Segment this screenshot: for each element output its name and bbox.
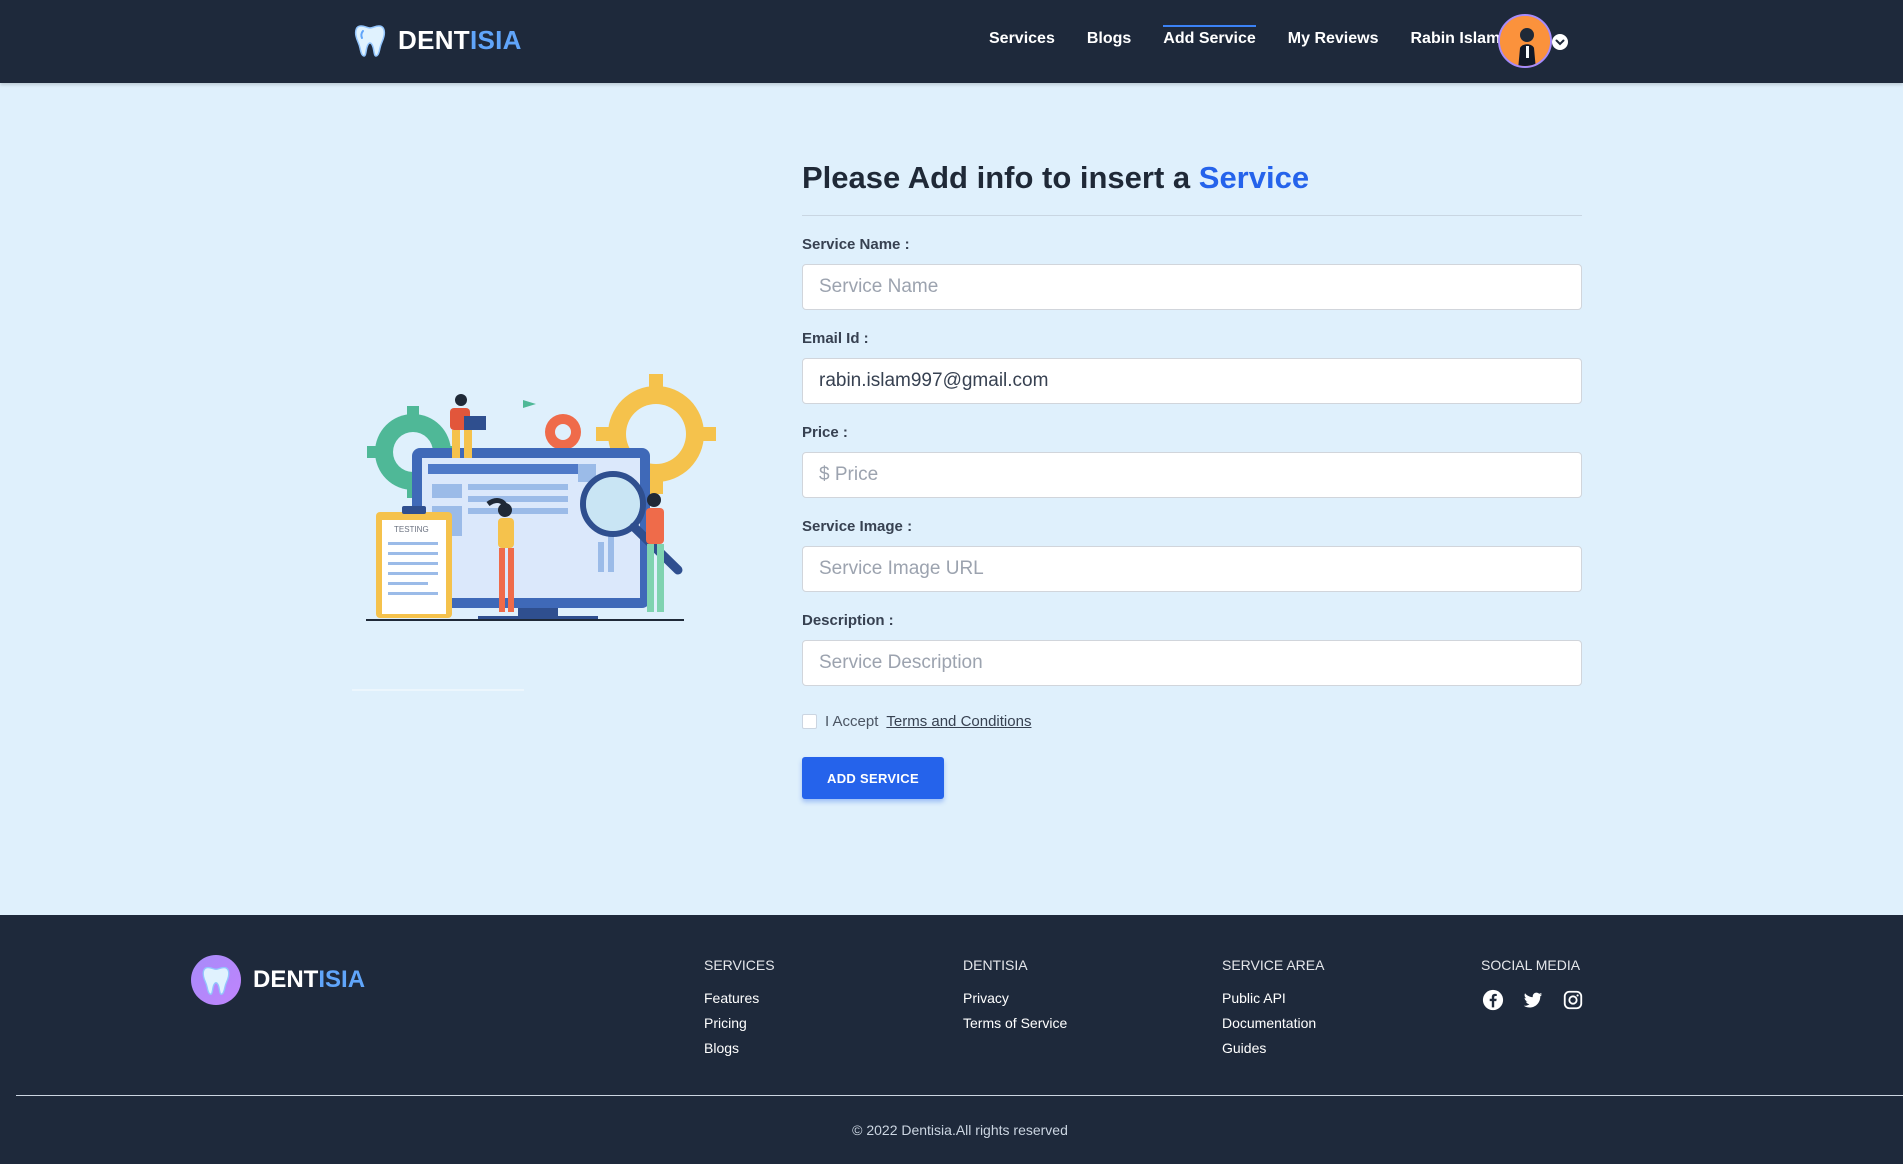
footer-divider (16, 1095, 1903, 1096)
chevron-down-icon[interactable] (1552, 34, 1568, 50)
copyright-text: © 2022 Dentisia.All rights reserved (852, 1122, 1068, 1138)
email-input[interactable] (802, 358, 1582, 405)
gear-red-icon (545, 414, 581, 450)
footer-col-service-area: SERVICE AREA Public API Documentation Gu… (1222, 957, 1324, 1065)
service-image-label: Service Image : (802, 518, 913, 536)
price-field: Price : (802, 424, 1582, 499)
top-navbar: DENTISIA Services Blogs Add Service My R… (0, 0, 1903, 83)
nav-my-reviews[interactable]: My Reviews (1288, 30, 1379, 48)
service-name-input[interactable] (802, 264, 1582, 311)
footer-link-documentation[interactable]: Documentation (1222, 1015, 1324, 1031)
user-avatar[interactable] (1498, 14, 1552, 68)
tooth-icon (354, 25, 386, 57)
description-label: Description : (802, 612, 894, 630)
description-input[interactable] (802, 640, 1582, 687)
nav-services[interactable]: Services (989, 30, 1055, 48)
add-service-button[interactable]: ADD SERVICE (802, 757, 944, 800)
footer-tooth-icon (191, 955, 241, 1005)
price-label: Price : (802, 424, 848, 442)
nav-add-service[interactable]: Add Service (1163, 25, 1257, 48)
svg-text:TESTING: TESTING (394, 525, 429, 534)
service-name-label: Service Name : (802, 236, 910, 254)
title-divider (802, 215, 1582, 217)
footer-col-title: SOCIAL MEDIA (1481, 957, 1581, 973)
service-image-field: Service Image : (802, 518, 1582, 593)
footer-link-public-api[interactable]: Public API (1222, 990, 1324, 1006)
footer-link-features[interactable]: Features (704, 990, 775, 1006)
email-field: Email Id : (802, 330, 1582, 405)
main-nav: Services Blogs Add Service My Reviews Ra… (989, 25, 1532, 48)
footer-brand[interactable]: DENTISIA (191, 955, 365, 1005)
footer-col-social: SOCIAL MEDIA (1481, 957, 1585, 1012)
footer-link-pricing[interactable]: Pricing (704, 1015, 775, 1031)
footer-link-blogs[interactable]: Blogs (704, 1040, 775, 1056)
footer-link-terms[interactable]: Terms of Service (963, 1015, 1067, 1031)
social-links (1481, 988, 1585, 1012)
testing-illustration: TESTING (358, 372, 718, 622)
price-input[interactable] (802, 452, 1582, 499)
instagram-icon[interactable] (1561, 988, 1585, 1012)
footer-col-dentisia: DENTISIA Privacy Terms of Service (963, 957, 1067, 1040)
facebook-icon[interactable] (1481, 988, 1505, 1012)
email-label: Email Id : (802, 330, 869, 348)
footer-link-privacy[interactable]: Privacy (963, 990, 1067, 1006)
twitter-icon[interactable] (1521, 988, 1545, 1012)
footer-brand-name: DENTISIA (253, 966, 366, 993)
footer-col-title: DENTISIA (963, 957, 1028, 973)
illustration-divider (352, 689, 524, 691)
nav-user-name[interactable]: Rabin Islam (1411, 30, 1501, 48)
terms-checkbox[interactable] (802, 714, 817, 730)
description-field: Description : (802, 612, 1582, 687)
terms-row: I Accept Terms and Conditions (802, 713, 1582, 730)
terms-prefix: I Accept (825, 713, 879, 731)
service-image-input[interactable] (802, 546, 1582, 593)
page-title: Please Add info to insert a Service (802, 160, 1310, 195)
brand-logo[interactable]: DENTISIA (352, 22, 522, 58)
footer-link-guides[interactable]: Guides (1222, 1040, 1324, 1056)
footer-col-title: SERVICES (704, 957, 775, 973)
brand-name: DENTISIA (398, 24, 522, 55)
site-footer: DENTISIA SERVICES Features Pricing Blogs… (0, 915, 1903, 1164)
footer-col-services: SERVICES Features Pricing Blogs (704, 957, 775, 1065)
terms-link[interactable]: Terms and Conditions (886, 713, 1031, 730)
footer-col-title: SERVICE AREA (1222, 957, 1325, 973)
service-name-field: Service Name : (802, 236, 1582, 311)
add-service-form: Please Add info to insert a Service Serv… (802, 158, 1582, 800)
nav-blogs[interactable]: Blogs (1087, 30, 1131, 48)
